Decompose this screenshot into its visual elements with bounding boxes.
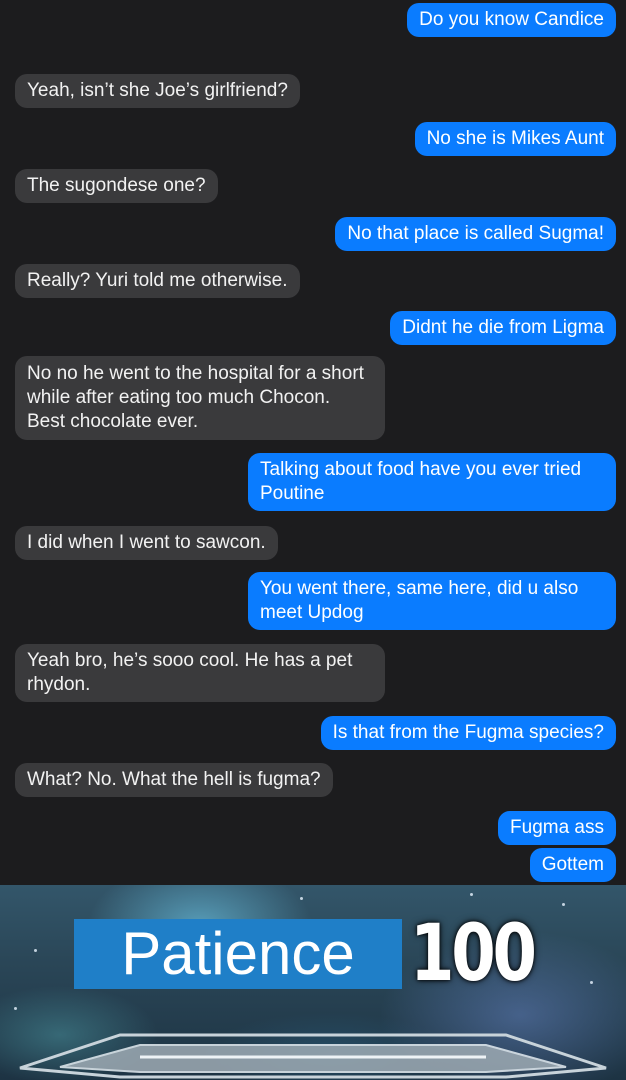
skill-progress-bar-frame <box>19 1033 607 1079</box>
message-bubble-sent[interactable]: No she is Mikes Aunt <box>414 122 616 156</box>
message-bubble-sent[interactable]: Gottem <box>529 848 616 882</box>
skill-level-up-banner: Patience 100 <box>0 885 626 1080</box>
skill-level-number: 100 <box>410 909 537 999</box>
star-sparkle <box>14 1007 17 1010</box>
message-bubble-sent[interactable]: You went there, same here, did u also me… <box>248 572 616 630</box>
skill-name-label: Patience <box>74 919 402 989</box>
star-sparkle <box>562 903 565 906</box>
message-bubble-received[interactable]: Yeah, isn’t she Joe’s girlfriend? <box>15 74 300 108</box>
message-thread[interactable]: Do you know Candice Yeah, isn’t she Joe’… <box>0 0 626 885</box>
message-bubble-received[interactable]: Really? Yuri told me otherwise. <box>15 264 300 298</box>
star-sparkle <box>300 897 303 900</box>
message-bubble-sent[interactable]: Fugma ass <box>498 811 616 845</box>
message-bubble-sent[interactable]: Is that from the Fugma species? <box>320 716 616 750</box>
message-bubble-sent[interactable]: No that place is called Sugma! <box>335 217 616 251</box>
message-bubble-received[interactable]: Yeah bro, he’s sooo cool. He has a pet r… <box>15 644 385 702</box>
message-bubble-received[interactable]: What? No. What the hell is fugma? <box>15 763 333 797</box>
message-bubble-sent[interactable]: Do you know Candice <box>407 3 616 37</box>
star-sparkle <box>34 949 37 952</box>
message-bubble-received[interactable]: No no he went to the hospital for a shor… <box>15 356 385 440</box>
message-bubble-received[interactable]: The sugondese one? <box>15 169 218 203</box>
star-sparkle <box>590 981 593 984</box>
message-bubble-sent[interactable]: Didnt he die from Ligma <box>390 311 616 345</box>
star-sparkle <box>470 893 473 896</box>
message-bubble-received[interactable]: I did when I went to sawcon. <box>15 526 278 560</box>
message-bubble-sent[interactable]: Talking about food have you ever tried P… <box>248 453 616 511</box>
